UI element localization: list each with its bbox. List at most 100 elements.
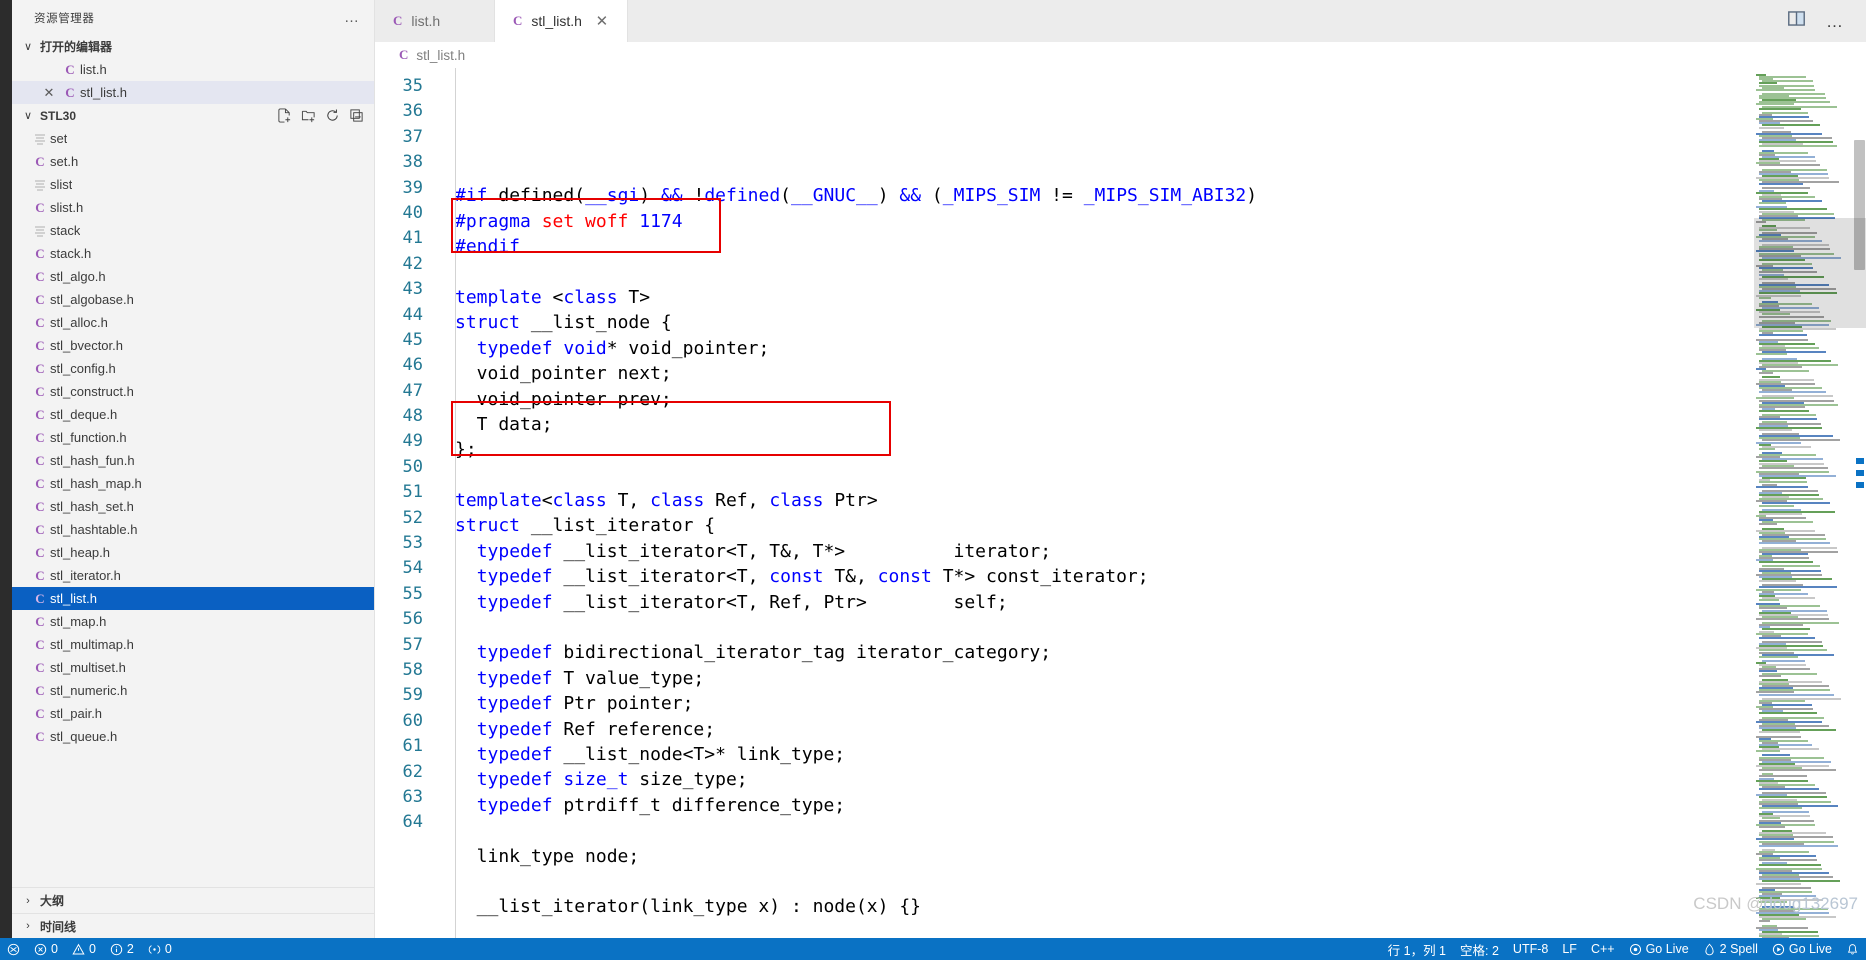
file-item[interactable]: Cstl_config.h [12,357,374,380]
file-item[interactable]: Cstl_multimap.h [12,633,374,656]
file-item[interactable]: Cset.h [12,150,374,173]
section-timeline[interactable]: › 时间线 [12,913,374,938]
status-item-2-spell[interactable]: 2 Spell [1696,938,1765,960]
code-line[interactable]: typedef Ref reference; [437,717,1754,742]
code-line[interactable] [437,463,1754,488]
breadcrumb[interactable]: C stl_list.h [375,42,1866,68]
section-outline[interactable]: › 大纲 [12,888,374,913]
code-line[interactable]: typedef __list_node<T>* link_type; [437,742,1754,767]
status-item-行-1-列-1[interactable]: 行 1，列 1 [1381,938,1453,960]
collapse-all-icon[interactable] [349,108,364,123]
code-line[interactable] [437,818,1754,843]
activity-bar[interactable] [0,0,12,938]
code-line[interactable]: T data; [437,412,1754,437]
file-item[interactable]: Cstl_queue.h [12,725,374,748]
code-line[interactable] [437,260,1754,285]
status-item-bell-icon[interactable] [1839,938,1866,960]
new-file-icon[interactable] [277,108,292,123]
code-line[interactable]: link_type node; [437,844,1754,869]
code-line[interactable]: void_pointer next; [437,361,1754,386]
code-line[interactable]: struct __list_node { [437,310,1754,335]
line-number: 38 [402,152,423,173]
file-item[interactable]: Cstl_multiset.h [12,656,374,679]
file-item[interactable]: Cstl_bvector.h [12,334,374,357]
file-item[interactable]: Cstl_algo.h [12,265,374,288]
status-item-2[interactable]: 2 [103,938,141,960]
tab-close-icon[interactable]: ✕ [591,12,613,30]
file-item[interactable]: Cstl_map.h [12,610,374,633]
status-item-空格-2[interactable]: 空格: 2 [1453,938,1506,960]
status-item-c-[interactable]: C++ [1584,938,1622,960]
file-item[interactable]: Cstl_hash_map.h [12,472,374,495]
code-line[interactable]: typedef size_t size_type; [437,767,1754,792]
file-item[interactable]: Cstl_iterator.h [12,564,374,587]
file-tree[interactable]: set Cset.h slist Cslist.h stack Cstack.h Cstl_… [12,127,374,887]
code-content[interactable]: #if defined(__sgi) && !defined(__GNUC__)… [437,68,1754,938]
code-line[interactable]: }; [437,437,1754,462]
editor-tab[interactable]: Clist.h✕ [375,0,495,42]
code-line[interactable] [437,615,1754,640]
file-item[interactable]: slist [12,173,374,196]
code-line[interactable]: __list_iterator(link_type x) : node(x) {… [437,894,1754,919]
open-editor-item[interactable]: ✕ Cstl_list.h [12,81,374,104]
code-line[interactable]: template<class T, class Ref, class Ptr> [437,488,1754,513]
new-folder-icon[interactable] [301,108,316,123]
file-item[interactable]: Cslist.h [12,196,374,219]
editor-tab-active[interactable]: Cstl_list.h ✕ [495,0,628,42]
file-item[interactable]: Cstl_hash_set.h [12,495,374,518]
file-item[interactable]: Cstl_hash_fun.h [12,449,374,472]
editor-more-actions-icon[interactable]: … [1826,13,1844,30]
file-item[interactable]: Cstl_heap.h [12,541,374,564]
minimap-slider[interactable] [1754,218,1866,328]
refresh-icon[interactable] [325,108,340,123]
status-item-lf[interactable]: LF [1555,938,1584,960]
status-item-utf-8[interactable]: UTF-8 [1506,938,1555,960]
code-line[interactable]: typedef bidirectional_iterator_tag itera… [437,640,1754,665]
code-line[interactable]: struct __list_iterator { [437,513,1754,538]
sidebar-more-icon[interactable]: … [344,10,360,25]
minimap-line [1759,920,1770,923]
status-item-0[interactable]: 0 [27,938,65,960]
section-folder-stl30[interactable]: ∨ STL30 [12,104,374,127]
open-editor-item[interactable]: Clist.h [12,58,374,81]
code-line[interactable]: typedef ptrdiff_t difference_type; [437,793,1754,818]
file-item[interactable]: Cstl_pair.h [12,702,374,725]
code-line[interactable]: typedef __list_iterator<T, const T&, con… [437,564,1754,589]
code-line[interactable]: typedef __list_iterator<T, T&, T*> itera… [437,539,1754,564]
file-item[interactable]: Cstack.h [12,242,374,265]
file-item-selected[interactable]: Cstl_list.h [12,587,374,610]
file-item[interactable]: Cstl_function.h [12,426,374,449]
code-line[interactable]: void_pointer prev; [437,387,1754,412]
file-item[interactable]: Cstl_construct.h [12,380,374,403]
minimap[interactable] [1754,68,1866,938]
status-item-0[interactable]: 0 [141,938,179,960]
code-line[interactable] [437,158,1754,183]
minimap-line [1759,145,1837,148]
file-item[interactable]: stack [12,219,374,242]
editor-tabs[interactable]: Clist.h✕Cstl_list.h✕ [375,0,628,42]
status-item-go-live[interactable]: Go Live [1622,938,1696,960]
file-item[interactable]: set [12,127,374,150]
code-line[interactable]: typedef T value_type; [437,666,1754,691]
file-item[interactable]: Cstl_deque.h [12,403,374,426]
status-item-go-live[interactable]: Go Live [1765,938,1839,960]
file-item[interactable]: Cstl_numeric.h [12,679,374,702]
editor-scrollbar[interactable] [1852,68,1866,938]
section-open-editors[interactable]: ∨ 打开的编辑器 [12,35,374,58]
code-line[interactable]: typedef __list_iterator<T, Ref, Ptr> sel… [437,590,1754,615]
code-line[interactable]: typedef Ptr pointer; [437,691,1754,716]
file-item[interactable]: Cstl_alloc.h [12,311,374,334]
close-icon[interactable]: ✕ [38,85,60,101]
code-line[interactable] [437,869,1754,894]
code-line[interactable]: #endif [437,234,1754,259]
code-editor[interactable]: 35 36 37 38 39 40 41 42 43 44 45 46 47 48 49 50 51 52 53 54… [375,68,1866,938]
status-item-0[interactable]: 0 [65,938,103,960]
code-line[interactable]: template <class T> [437,285,1754,310]
code-line[interactable]: typedef void* void_pointer; [437,336,1754,361]
code-line[interactable]: #pragma set woff 1174 [437,209,1754,234]
code-line[interactable]: #if defined(__sgi) && !defined(__GNUC__)… [437,183,1754,208]
file-item[interactable]: Cstl_hashtable.h [12,518,374,541]
split-editor-right-icon[interactable] [1787,9,1806,33]
file-item[interactable]: Cstl_algobase.h [12,288,374,311]
status-item-remote-icon[interactable] [0,938,27,960]
